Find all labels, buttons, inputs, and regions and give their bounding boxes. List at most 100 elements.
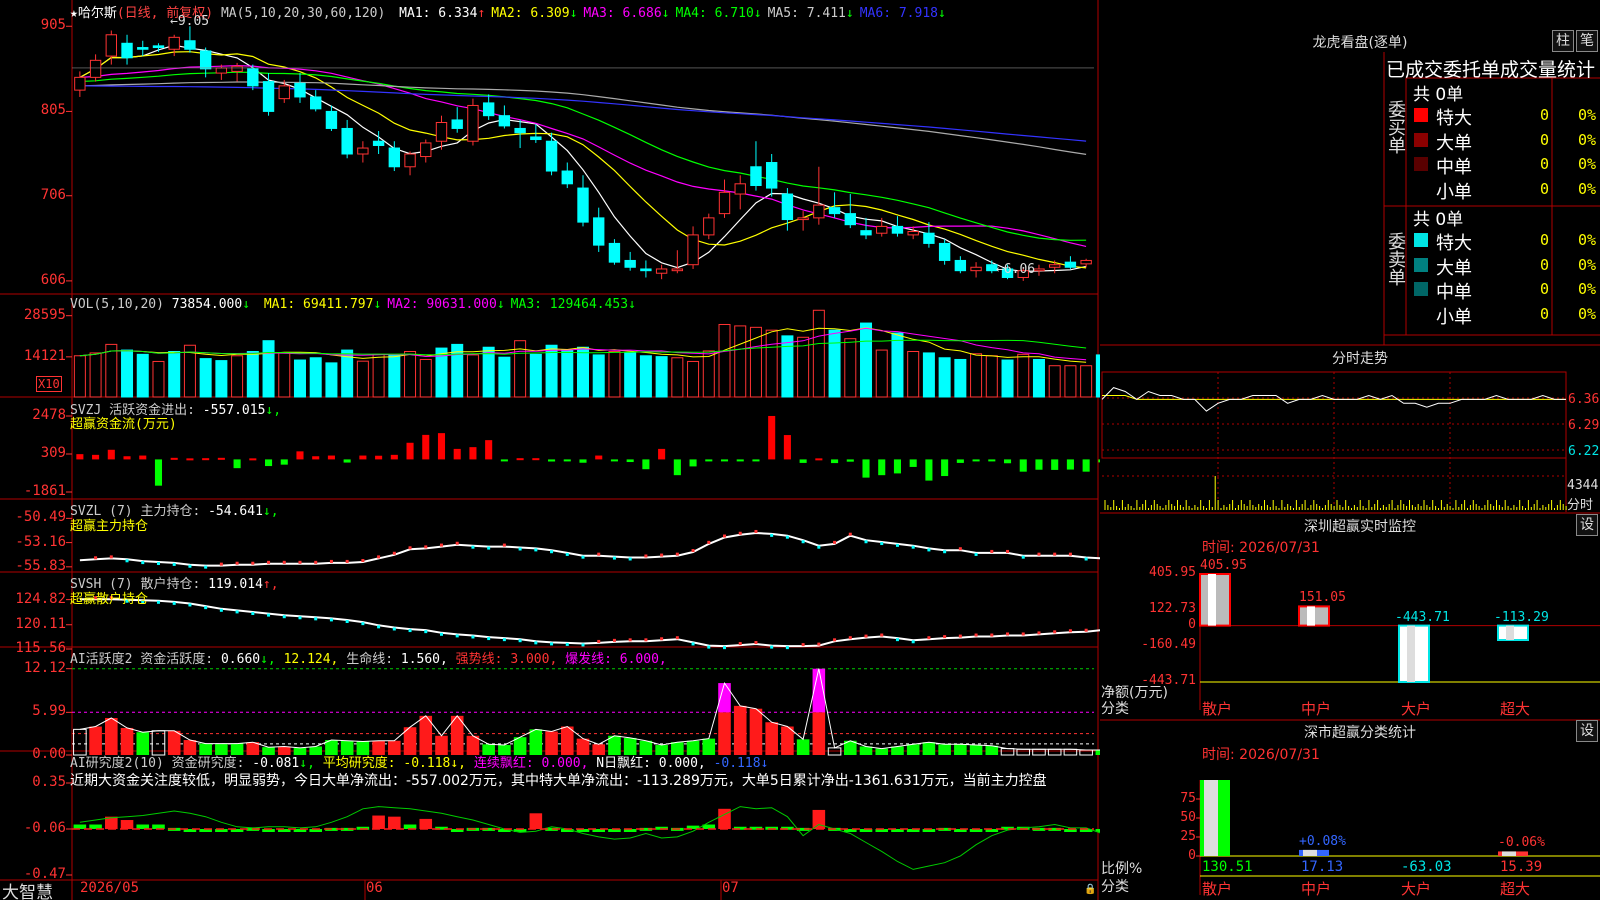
hold-tick — [691, 549, 695, 553]
candle-body — [545, 140, 558, 172]
activity-bar-hollow — [1032, 748, 1046, 756]
hold-tick — [581, 643, 585, 647]
classify-ylabel: 比例% — [1101, 861, 1143, 877]
buy-name-1: 大单 — [1436, 132, 1472, 154]
stock-name: ★哈尔斯 — [70, 6, 117, 21]
x-label-jul: 07 — [722, 880, 739, 896]
research-bar — [419, 818, 433, 829]
monitor-settings-button[interactable]: 设 — [1576, 514, 1598, 536]
tick-mode-button[interactable]: 笔 — [1576, 30, 1598, 52]
hold-tick — [172, 562, 176, 566]
ma-part: ↓ — [569, 6, 578, 21]
candle-body — [734, 183, 746, 195]
hold-tick — [644, 554, 648, 558]
ma-item-2: MA2: 6.309↓ — [491, 6, 577, 21]
classify-ytick-1: 50 — [1180, 810, 1196, 825]
candle-body — [954, 259, 967, 272]
hold-tick — [471, 635, 475, 639]
activity-bar — [765, 722, 778, 755]
volume-bar — [262, 340, 275, 398]
volume-bar — [404, 351, 417, 398]
candle-body — [74, 76, 86, 91]
volume-bar — [466, 354, 479, 398]
hold-tick — [282, 560, 286, 564]
flow-bar — [500, 459, 508, 462]
sell-name-2: 中单 — [1436, 282, 1472, 303]
bar-mode-button[interactable]: 柱 — [1552, 30, 1574, 52]
svzj-chart — [66, 415, 1100, 493]
hold-tick — [675, 636, 679, 640]
classify-ytick-2: 25 — [1180, 829, 1196, 844]
x-label-jun: 06 — [366, 880, 383, 896]
flow-bar — [249, 458, 257, 461]
hold-tick — [864, 634, 868, 638]
volume-bar — [419, 358, 432, 398]
candle-body — [891, 225, 904, 234]
vol-unit: X10 — [36, 376, 62, 392]
activity-bar — [938, 744, 951, 755]
flow-bar — [705, 459, 713, 462]
hold-tick — [487, 546, 491, 550]
classify-pct-3: -0.06% — [1498, 835, 1545, 851]
vol-ytick-0: 28595 — [23, 306, 66, 323]
intra-ytick-0: 6.36 — [1568, 392, 1600, 407]
vol-ytick-1: 14121 — [23, 347, 66, 364]
volume-bar — [781, 335, 794, 398]
flow-bar — [154, 459, 163, 486]
candle-body — [152, 45, 165, 49]
hold-tick — [377, 555, 381, 559]
candle-body — [262, 81, 275, 112]
candle-body — [467, 104, 479, 142]
volume-bar — [938, 357, 951, 398]
ma-part: 6.686 — [614, 6, 662, 21]
volume-bar — [199, 358, 212, 398]
hold-tick — [864, 540, 868, 544]
classify-settings-button[interactable]: 设 — [1576, 720, 1598, 742]
activity-bar-hollow — [1063, 748, 1078, 756]
research-line — [79, 806, 1100, 870]
ma-item-4: MA4: 6.710↓ — [676, 6, 762, 21]
ma-part: ↓ — [661, 6, 670, 21]
volume-bar — [592, 354, 605, 398]
lock-icon[interactable]: 🔒 — [1084, 884, 1096, 895]
hold-tick — [597, 552, 601, 556]
candle-body — [765, 162, 778, 189]
hold-tick — [267, 560, 271, 564]
hold-tick — [502, 638, 506, 642]
volume-bar — [498, 356, 511, 398]
classify-cat-0: 散户 — [1202, 880, 1233, 898]
flow-bar — [548, 459, 556, 462]
classify-time: 时间: 2026/07/31 — [1202, 747, 1320, 763]
volume-bar — [655, 356, 668, 398]
sell-pct-0: 0% — [1578, 231, 1597, 249]
hold-tick — [361, 622, 365, 626]
candle-body — [781, 193, 794, 221]
buy-swatch-2 — [1414, 157, 1428, 171]
ma-part: MA2: — [491, 6, 523, 21]
sell-orders-label: 委卖单 — [1385, 232, 1406, 286]
monitor-value-3: -113.29 — [1494, 609, 1549, 625]
volume-chart — [66, 309, 1100, 398]
svsh-line — [79, 598, 1100, 648]
activity-bar — [120, 727, 134, 755]
hold-tick — [534, 548, 538, 552]
flow-bar — [280, 459, 288, 465]
volume-bar — [246, 351, 259, 398]
candle-body — [357, 147, 369, 155]
ma-part: 7.918 — [891, 6, 938, 21]
research-bar — [372, 815, 385, 829]
hold-tick — [770, 645, 774, 649]
volume-bar — [293, 359, 306, 398]
sell-count-0: 0 — [1540, 231, 1550, 249]
volume-bar — [152, 360, 165, 398]
candle-body — [247, 68, 259, 87]
flow-bar — [736, 459, 744, 462]
hold-tick — [361, 559, 365, 563]
volume-bar — [1080, 365, 1093, 398]
flow-bar — [689, 459, 697, 467]
monitor-xlabel: 分类 — [1101, 701, 1129, 717]
candle-body — [310, 96, 322, 110]
hold-tick — [1084, 628, 1088, 632]
candle-body — [750, 166, 762, 187]
candle-body — [325, 110, 338, 129]
